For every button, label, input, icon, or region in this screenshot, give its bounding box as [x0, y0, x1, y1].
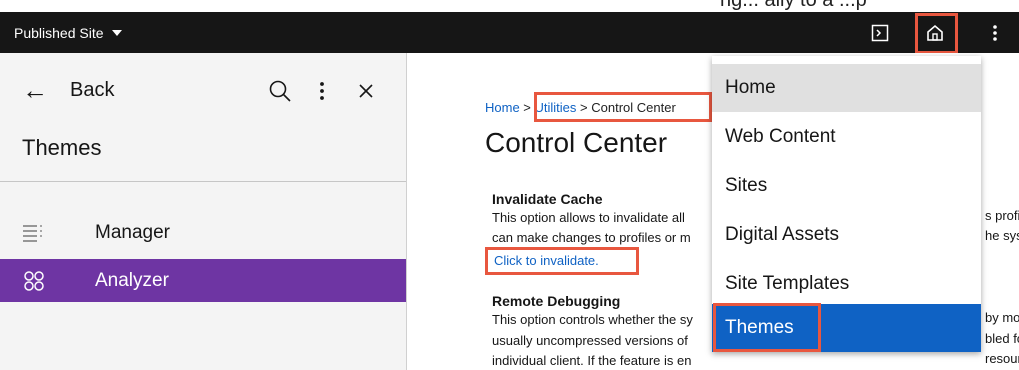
remote-debugging-text: This option controls whether the sy: [492, 312, 693, 327]
invalidate-cache-heading: Invalidate Cache: [492, 191, 603, 207]
site-switcher-label: Published Site: [14, 24, 104, 41]
search-icon[interactable]: [264, 71, 296, 111]
terminal-icon[interactable]: [860, 12, 900, 53]
overflow-menu-icon[interactable]: [975, 12, 1015, 53]
site-switcher[interactable]: Published Site: [14, 12, 122, 53]
arrow-left-icon: ←: [22, 75, 48, 105]
invalidate-cache-text: This option allows to invalidate all: [492, 210, 685, 225]
list-icon: [22, 221, 46, 245]
menu-item-home[interactable]: Home: [712, 64, 981, 112]
menu-item-site-templates[interactable]: Site Templates: [712, 260, 981, 308]
top-navigation-bar: Published Site: [0, 12, 1019, 53]
breadcrumb-highlight-box: [534, 92, 712, 122]
remote-debugging-text-fragment: resour: [985, 351, 1019, 366]
menu-item-sites[interactable]: Sites: [712, 162, 981, 210]
breadcrumb-separator: >: [519, 100, 535, 115]
menu-item-digital-assets[interactable]: Digital Assets: [712, 211, 981, 259]
back-button[interactable]: ← Back: [22, 77, 114, 103]
home-highlight-box: [915, 13, 958, 54]
sidebar-item-label: Manager: [95, 221, 170, 243]
themes-highlight-box: [713, 303, 821, 352]
remote-debugging-text-fragment: bled fo: [985, 331, 1019, 346]
remote-debugging-text: individual client. If the feature is en: [492, 353, 692, 368]
invalidate-cache-text-fragment: s profi: [985, 208, 1019, 223]
remote-debugging-text-fragment: by mo: [985, 310, 1019, 325]
menu-item-web-content[interactable]: Web Content: [712, 113, 981, 161]
sidebar-item-analyzer[interactable]: Analyzer: [0, 259, 406, 302]
remote-debugging-text: usually uncompressed versions of: [492, 333, 688, 348]
sidebar-item-label: Analyzer: [95, 269, 169, 291]
back-label: Back: [70, 78, 115, 101]
remote-debugging-heading: Remote Debugging: [492, 293, 621, 309]
top-edge-text: ng... ally to a ...p: [0, 0, 1019, 12]
close-icon[interactable]: [350, 71, 382, 111]
sidebar-title: Themes: [22, 135, 102, 160]
invalidate-link-highlight-box: [485, 247, 639, 275]
breadcrumb-home-link[interactable]: Home: [485, 100, 520, 115]
page-title: Control Center: [485, 127, 668, 158]
divider: [0, 181, 406, 182]
sidebar: ← Back Themes Manager Analyzer: [0, 53, 407, 370]
caret-down-icon: [111, 29, 122, 36]
sidebar-item-manager[interactable]: Manager: [0, 211, 406, 254]
overflow-menu-icon[interactable]: [306, 71, 338, 111]
apps-icon: [22, 269, 46, 293]
invalidate-cache-text: can make changes to profiles or m: [492, 230, 691, 245]
invalidate-cache-text-fragment: he sys: [985, 228, 1019, 243]
